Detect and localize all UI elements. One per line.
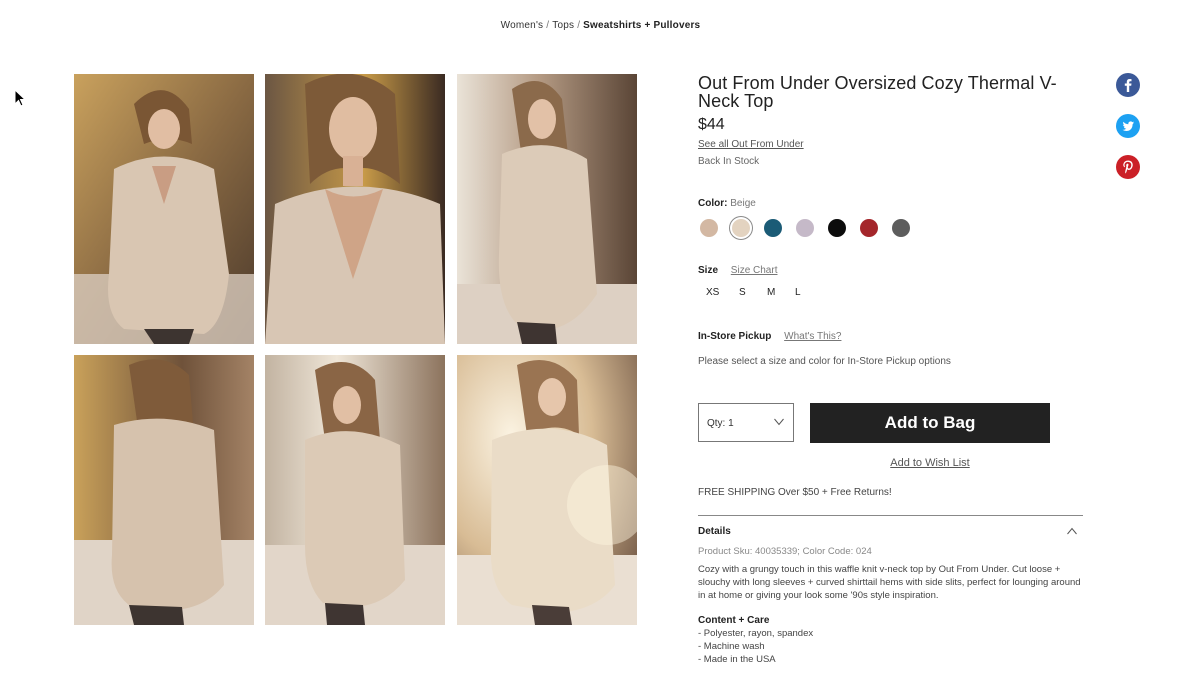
product-photo-front[interactable] — [74, 74, 254, 344]
care-list: - Polyester, rayon, spandex - Machine wa… — [698, 627, 1083, 666]
product-photo-pose[interactable] — [265, 355, 445, 625]
product-gallery — [74, 74, 638, 625]
quantity-label: Qty: 1 — [707, 418, 734, 429]
product-photo-back-image — [74, 355, 254, 625]
section-divider — [698, 515, 1083, 516]
color-swatch-5[interactable] — [826, 216, 858, 240]
stock-status: Back In Stock — [698, 156, 760, 167]
color-label-row: Color: Beige — [698, 198, 922, 209]
facebook-icon — [1116, 73, 1140, 97]
facebook-share-button[interactable] — [1116, 73, 1140, 97]
color-swatch-6[interactable] — [858, 216, 890, 240]
care-item: - Made in the USA — [698, 654, 776, 665]
color-swatch-3[interactable] — [762, 216, 794, 240]
color-swatch-dot — [892, 219, 910, 237]
color-swatch-2[interactable] — [730, 216, 762, 240]
breadcrumb-current: Sweatshirts + Pullovers — [583, 20, 701, 31]
details-section: Details Product Sku: 40035339; Color Cod… — [698, 526, 1083, 666]
size-chart-link[interactable]: Size Chart — [731, 265, 778, 276]
care-item: - Polyester, rayon, spandex — [698, 628, 814, 639]
product-photo-side[interactable] — [457, 74, 637, 344]
color-swatch-dot — [700, 219, 718, 237]
size-label-row: Size Size Chart — [698, 265, 815, 276]
twitter-icon — [1116, 114, 1140, 138]
product-info: Out From Under Oversized Cozy Thermal V-… — [698, 73, 1083, 665]
size-options: XS S M L — [698, 287, 815, 298]
details-toggle[interactable]: Details — [698, 526, 1083, 537]
pickup-label: In-Store Pickup — [698, 331, 772, 342]
chevron-down-icon — [774, 418, 784, 426]
product-photo-closeup-image — [265, 74, 445, 344]
purchase-row: Qty: 1 Add to Bag — [698, 403, 1083, 443]
selected-color-name: Beige — [730, 198, 756, 209]
breadcrumb-separator: / — [546, 20, 550, 31]
color-selector: Color: Beige — [698, 198, 922, 240]
quantity-select[interactable]: Qty: 1 — [698, 403, 794, 442]
store-pickup: In-Store Pickup What's This? Please sele… — [698, 331, 951, 367]
product-title: Out From Under Oversized Cozy Thermal V-… — [698, 73, 1057, 111]
care-heading: Content + Care — [698, 615, 770, 626]
product-photo-pose-image — [265, 355, 445, 625]
mouse-cursor-icon — [14, 89, 26, 107]
color-swatch-7[interactable] — [890, 216, 922, 240]
color-swatch-dot — [796, 219, 814, 237]
product-description: Cozy with a grungy touch in this waffle … — [698, 564, 1081, 601]
pinterest-icon — [1116, 155, 1140, 179]
add-to-bag-button[interactable]: Add to Bag — [810, 403, 1050, 443]
brand-link[interactable]: See all Out From Under — [698, 139, 804, 150]
add-to-wish-list-link[interactable]: Add to Wish List — [810, 457, 1050, 469]
pickup-help-link[interactable]: What's This? — [784, 331, 841, 342]
product-photo-closeup[interactable] — [265, 74, 445, 344]
color-swatch-1[interactable] — [698, 216, 730, 240]
breadcrumb-link-tops[interactable]: Tops — [552, 20, 574, 31]
breadcrumb: Women's / Tops / Sweatshirts + Pullovers — [0, 20, 1201, 31]
size-option-xs[interactable]: XS — [698, 287, 731, 298]
color-label: Color: — [698, 198, 728, 209]
size-option-m[interactable]: M — [759, 287, 787, 298]
color-swatch-dot — [732, 219, 750, 237]
size-option-s[interactable]: S — [731, 287, 759, 298]
pickup-note: Please select a size and color for In-St… — [698, 356, 951, 367]
care-item: - Machine wash — [698, 641, 765, 652]
details-heading: Details — [698, 526, 731, 537]
product-photo-sunlit-image — [457, 355, 637, 625]
chevron-up-icon — [1067, 527, 1077, 535]
product-photo-sunlit[interactable] — [457, 355, 637, 625]
size-option-l[interactable]: L — [787, 287, 815, 298]
product-price: $44 — [698, 116, 725, 133]
color-swatch-dot — [764, 219, 782, 237]
twitter-share-button[interactable] — [1116, 114, 1140, 138]
color-swatch-dot — [828, 219, 846, 237]
color-swatch-dot — [860, 219, 878, 237]
product-photo-front-image — [74, 74, 254, 344]
shipping-notice: FREE SHIPPING Over $50 + Free Returns! — [698, 487, 892, 498]
breadcrumb-link-womens[interactable]: Women's — [501, 20, 544, 31]
product-photo-side-image — [457, 74, 637, 344]
breadcrumb-separator: / — [577, 20, 581, 31]
color-swatch-4[interactable] — [794, 216, 826, 240]
size-selector: Size Size Chart XS S M L — [698, 265, 815, 298]
product-photo-back[interactable] — [74, 355, 254, 625]
product-sku: Product Sku: 40035339; Color Code: 024 — [698, 546, 872, 557]
pickup-label-row: In-Store Pickup What's This? — [698, 331, 951, 342]
color-swatches — [698, 216, 922, 240]
size-label: Size — [698, 265, 719, 276]
pinterest-share-button[interactable] — [1116, 155, 1140, 179]
